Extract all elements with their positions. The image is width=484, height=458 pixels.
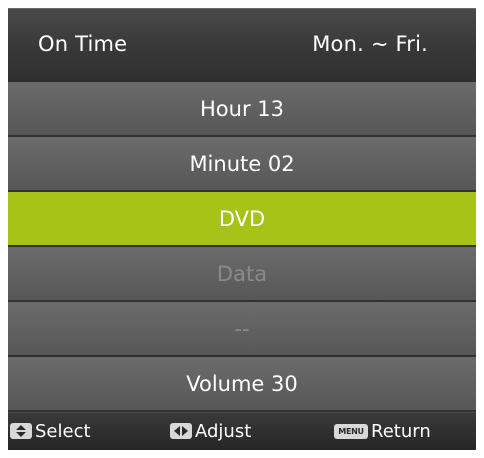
menu-item-label: Volume 30	[186, 371, 298, 396]
day-range-label: Mon. ~ Fri.	[312, 32, 428, 56]
on-time-osd-panel: On Time Mon. ~ Fri. Hour 13 Minute 02 DV…	[8, 8, 476, 450]
menu-item-label: Minute 02	[189, 151, 295, 176]
return-hint: MENU Return	[334, 412, 431, 450]
adjust-hint: Adjust	[170, 412, 251, 450]
menu-item-channel: --	[8, 302, 476, 357]
select-hint-label: Select	[35, 420, 91, 442]
menu-item-label: --	[234, 316, 250, 341]
menu-key-icon: MENU	[334, 423, 368, 439]
left-right-arrows-icon	[170, 423, 192, 439]
menu-item-volume[interactable]: Volume 30	[8, 357, 476, 412]
menu-item-label: DVD	[218, 206, 266, 231]
menu-item-minute[interactable]: Minute 02	[8, 137, 476, 192]
header-bar: On Time Mon. ~ Fri.	[8, 8, 476, 82]
menu-item-source[interactable]: DVD	[8, 192, 476, 247]
select-hint: Select	[10, 412, 91, 450]
menu-list: Hour 13 Minute 02 DVD Data -- Volume 30	[8, 82, 476, 412]
return-hint-label: Return	[371, 420, 431, 442]
footer-hint-bar: Select Adjust MENU Return	[8, 412, 476, 450]
up-down-arrows-icon	[10, 423, 32, 439]
adjust-hint-label: Adjust	[195, 420, 252, 442]
menu-item-label: Data	[216, 261, 268, 286]
menu-item-label: Hour 13	[200, 96, 284, 121]
menu-item-hour[interactable]: Hour 13	[8, 82, 476, 137]
on-time-title: On Time	[38, 32, 128, 56]
menu-item-data: Data	[8, 247, 476, 302]
